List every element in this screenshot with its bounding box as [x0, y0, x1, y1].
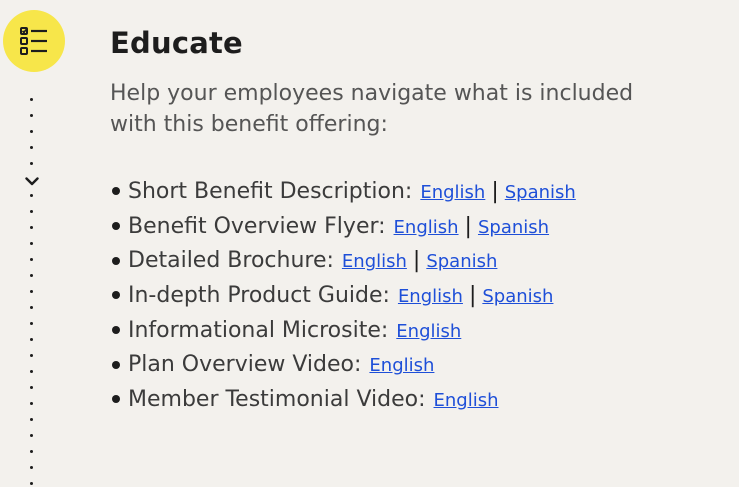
- timeline-dot: [30, 114, 33, 117]
- link-english[interactable]: English: [434, 390, 499, 411]
- link-english[interactable]: English: [398, 286, 463, 307]
- bullet-icon: [112, 222, 120, 231]
- timeline-dot: [30, 146, 33, 149]
- chevron-down-icon[interactable]: [25, 171, 39, 190]
- link-separator: |: [464, 213, 472, 239]
- timeline-dot: [30, 290, 33, 293]
- timeline-dot: [30, 242, 33, 245]
- timeline-dot: [30, 98, 33, 101]
- link-separator: |: [491, 178, 499, 204]
- timeline-dot: [30, 434, 33, 437]
- timeline-dot: [30, 210, 33, 213]
- item-label: Plan Overview Video:: [128, 352, 362, 378]
- timeline-dot: [30, 306, 33, 309]
- link-english[interactable]: English: [396, 321, 461, 342]
- timeline-dot: [30, 338, 33, 341]
- link-spanish[interactable]: Spanish: [482, 286, 553, 307]
- timeline-dot: [30, 322, 33, 325]
- timeline-dot: [30, 274, 33, 277]
- timeline-dot: [30, 354, 33, 357]
- list-item: Informational Microsite: English: [112, 313, 576, 348]
- section-intro: Help your employees navigate what is inc…: [110, 78, 736, 140]
- timeline-dot: [30, 130, 33, 133]
- bullet-icon: [112, 291, 120, 300]
- timeline-dot: [30, 466, 33, 469]
- resource-list: Short Benefit Description: English | Spanis…: [112, 174, 576, 417]
- item-label: In-depth Product Guide:: [128, 282, 390, 308]
- list-item: In-depth Product Guide: English | Spanish: [112, 278, 576, 313]
- item-label: Short Benefit Description:: [128, 178, 413, 204]
- section-title: Educate: [110, 26, 243, 60]
- link-english[interactable]: English: [342, 251, 407, 272]
- bullet-icon: [112, 326, 120, 335]
- link-english[interactable]: English: [420, 182, 485, 203]
- intro-line-2: with this benefit offering:: [110, 112, 388, 137]
- timeline-dot: [30, 194, 33, 197]
- link-separator: |: [468, 282, 477, 308]
- timeline-dot: [30, 370, 33, 373]
- list-item: Member Testimonial Video: English: [112, 382, 576, 417]
- list-item: Detailed Brochure: English | Spanish: [112, 243, 576, 278]
- link-english[interactable]: English: [369, 355, 434, 376]
- link-spanish[interactable]: Spanish: [505, 182, 576, 203]
- bullet-icon: [112, 256, 120, 265]
- timeline-dot: [30, 450, 33, 453]
- bullet-icon: [112, 395, 120, 404]
- timeline-dot: [30, 162, 33, 165]
- intro-line-1: Help your employees navigate what is inc…: [110, 81, 634, 106]
- item-label: Member Testimonial Video:: [128, 386, 426, 412]
- timeline-dot: [30, 226, 33, 229]
- timeline-dot: [30, 402, 33, 405]
- bullet-icon: [112, 360, 120, 369]
- link-english[interactable]: English: [394, 217, 459, 238]
- checklist-icon: [3, 10, 65, 72]
- bullet-icon: [112, 187, 120, 196]
- list-item: Short Benefit Description: English | Spanis…: [112, 174, 576, 209]
- timeline-dot: [30, 418, 33, 421]
- list-item: Benefit Overview Flyer: English | Spanish: [112, 209, 576, 244]
- timeline-dot: [30, 258, 33, 261]
- list-item: Plan Overview Video: English: [112, 347, 576, 382]
- timeline-rail: [25, 98, 39, 487]
- timeline-dot: [30, 482, 33, 485]
- link-separator: |: [412, 248, 421, 274]
- timeline-dot: [30, 386, 33, 389]
- item-label: Informational Microsite:: [128, 317, 389, 343]
- item-label: Detailed Brochure:: [128, 248, 334, 274]
- item-label: Benefit Overview Flyer:: [128, 213, 386, 239]
- link-spanish[interactable]: Spanish: [478, 217, 549, 238]
- link-spanish[interactable]: Spanish: [426, 251, 497, 272]
